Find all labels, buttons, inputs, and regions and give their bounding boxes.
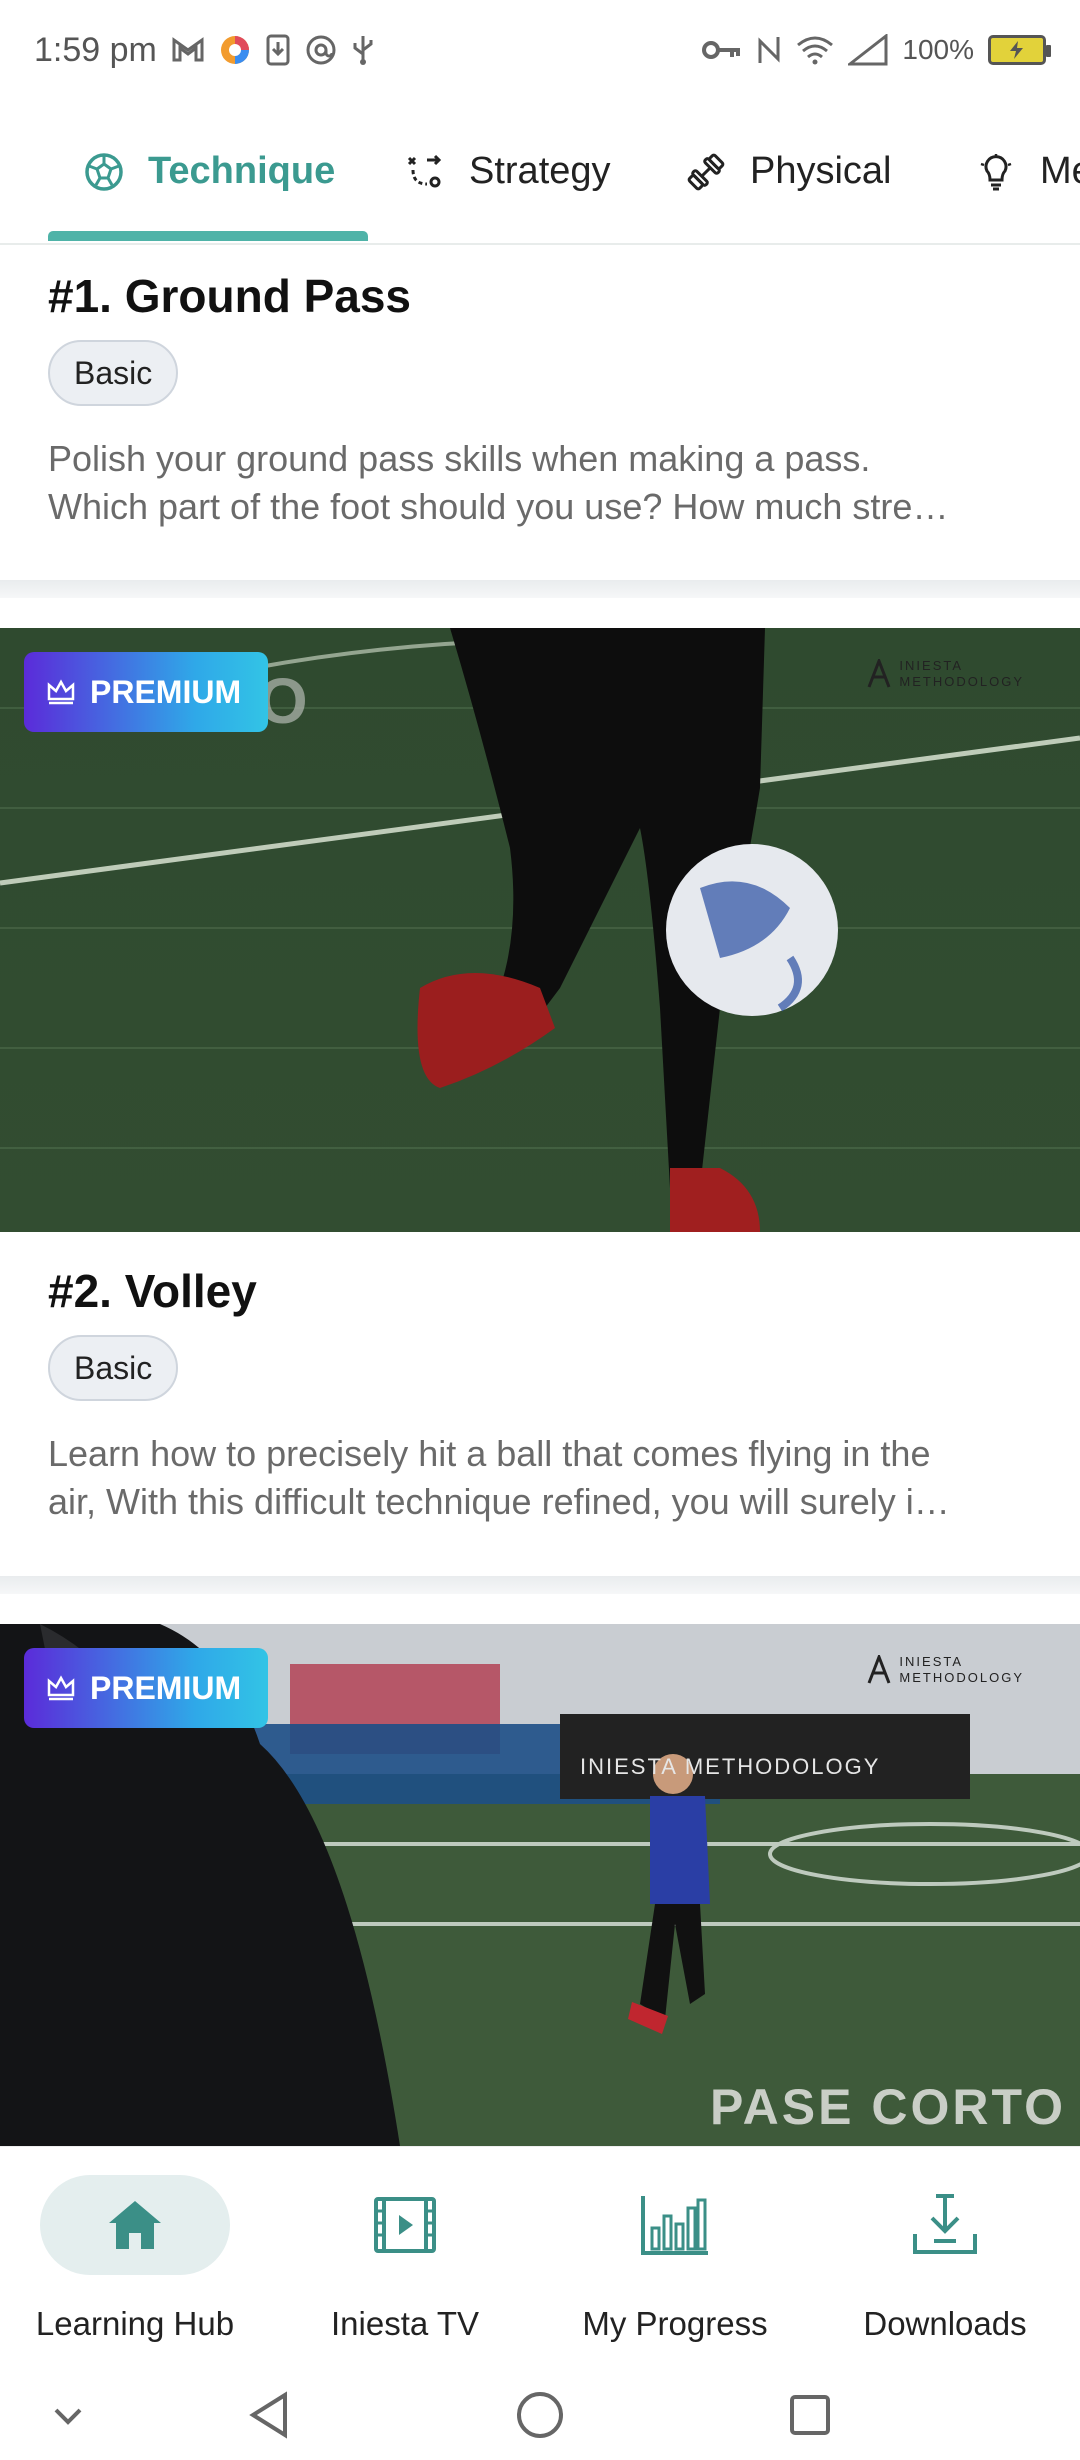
app-notification-icon <box>219 34 251 66</box>
at-sign-icon <box>305 34 337 66</box>
premium-badge: PREMIUM <box>24 1648 268 1728</box>
watermark-text: INIESTA METHODOLOGY <box>899 1654 1024 1685</box>
usb-icon <box>351 34 375 66</box>
recents-square-icon <box>790 2395 830 2435</box>
card-spacer <box>0 1594 1080 1624</box>
tab-mental[interactable]: Me <box>976 100 1080 243</box>
lesson-card-volley[interactable]: #2. Volley Basic Learn how to precisely … <box>0 1232 1080 1574</box>
tab-physical[interactable]: Physical <box>686 100 892 243</box>
nav-label: Downloads <box>863 2305 1027 2342</box>
description-line: Polish your ground pass skills when maki… <box>48 438 871 479</box>
recents-button[interactable] <box>770 2380 850 2450</box>
lesson-title: #2. Volley <box>48 1265 257 1317</box>
crown-icon <box>47 1675 75 1701</box>
bar-chart-icon <box>641 2196 708 2255</box>
soccer-ball-icon <box>85 152 123 191</box>
battery-percent: 100% <box>902 34 974 65</box>
nav-icon-container <box>580 2175 770 2275</box>
lesson-description: Learn how to precisely hit a ball that c… <box>48 1430 1038 1526</box>
tab-strategy-label: Strategy <box>469 150 611 192</box>
nav-icon-container <box>310 2175 500 2275</box>
premium-label: PREMIUM <box>90 673 242 710</box>
lesson-thumbnail-short-pass[interactable]: PASE CORTO INIESTA METHODOLOGY PREMIUM I… <box>0 1624 1080 2146</box>
banner-text: INIESTA METHODOLOGY <box>580 1754 880 1779</box>
level-badge: Basic <box>48 1335 179 1401</box>
nav-label: My Progress <box>582 2305 768 2342</box>
status-right: 100% <box>702 33 1051 67</box>
nav-icon-container <box>40 2175 230 2275</box>
nav-downloads[interactable]: Downloads <box>810 2147 1080 2371</box>
active-tab-indicator <box>48 231 368 241</box>
gmail-icon <box>171 36 205 64</box>
lesson-description: Polish your ground pass skills when maki… <box>48 435 1038 531</box>
premium-label: PREMIUM <box>90 1669 242 1706</box>
lesson-thumbnail-volley[interactable]: AEREO PREMIUM INIESTAMETHODOLOGY <box>0 628 1080 1232</box>
system-navigation-bar <box>0 2370 1080 2460</box>
bottom-navigation: Learning Hub Iniesta TV My Progress Down… <box>0 2146 1080 2371</box>
back-button[interactable] <box>229 2380 309 2450</box>
tab-mental-label: Me <box>1040 150 1080 192</box>
download-icon <box>913 2194 977 2254</box>
status-bar: 1:59 pm 100% <box>0 0 1080 100</box>
home-icon <box>109 2201 161 2249</box>
back-triangle-icon <box>249 2391 287 2439</box>
lesson-card-ground-pass[interactable]: #1. Ground Pass Basic Polish your ground… <box>0 245 1080 580</box>
key-icon <box>702 38 742 62</box>
iniesta-methodology-logo: INIESTA METHODOLOGY <box>867 658 1024 690</box>
dumbbell-icon <box>687 153 725 190</box>
category-tab-bar: Technique Strategy Physical Me <box>0 100 1080 245</box>
watermark-text: INIESTA METHODOLOGY <box>899 658 1024 689</box>
nfc-icon <box>756 33 782 67</box>
description-line: Learn how to precisely hit a ball that c… <box>48 1433 931 1474</box>
nav-my-progress[interactable]: My Progress <box>540 2147 810 2371</box>
status-time: 1:59 pm <box>34 30 157 69</box>
wifi-icon <box>796 35 834 65</box>
iniesta-logo-icon <box>868 659 891 688</box>
signal-icon <box>848 34 888 66</box>
overlay-text: PASE CORTO <box>710 2079 1066 2135</box>
iniesta-methodology-logo: INIESTA METHODOLOGY <box>867 1654 1024 1686</box>
home-button[interactable] <box>500 2380 580 2450</box>
hide-nav-button[interactable] <box>28 2380 108 2450</box>
card-spacer <box>0 598 1080 628</box>
lesson-title: #1. Ground Pass <box>48 270 412 322</box>
tab-physical-label: Physical <box>750 150 892 192</box>
description-line: air, With this difficult technique refin… <box>48 1481 950 1522</box>
nav-icon-container <box>850 2175 1040 2275</box>
nav-learning-hub[interactable]: Learning Hub <box>0 2147 270 2371</box>
lightbulb-icon <box>980 153 1012 190</box>
tactics-icon <box>407 154 442 187</box>
tab-technique[interactable]: Technique <box>84 100 335 243</box>
download-status-icon <box>265 34 291 66</box>
iniesta-logo-icon <box>868 1655 891 1684</box>
chevron-down-icon <box>54 2408 82 2425</box>
tab-technique-label: Technique <box>148 150 336 192</box>
crown-icon <box>47 679 75 705</box>
card-divider <box>0 580 1080 598</box>
nav-label: Learning Hub <box>35 2305 235 2342</box>
nav-label: Iniesta TV <box>331 2305 479 2342</box>
video-icon <box>374 2197 436 2253</box>
nav-iniesta-tv[interactable]: Iniesta TV <box>270 2147 540 2371</box>
card-divider <box>0 1576 1080 1594</box>
home-circle-icon <box>517 2392 563 2438</box>
premium-badge: PREMIUM <box>24 652 268 732</box>
level-badge: Basic <box>48 340 179 406</box>
status-left: 1:59 pm <box>34 31 375 70</box>
battery-icon <box>988 35 1051 65</box>
tab-strategy[interactable]: Strategy <box>405 100 611 243</box>
description-line: Which part of the foot should you use? H… <box>48 486 949 527</box>
